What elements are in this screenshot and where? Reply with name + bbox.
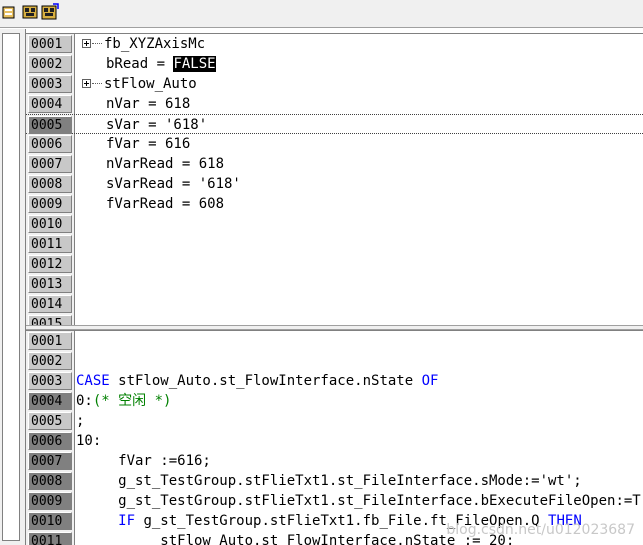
variable-label: sVar = '618' [106,117,208,133]
line-number: 0009 [28,492,72,510]
line-number: 0008 [28,175,72,193]
online-write-button[interactable] [40,2,60,22]
code-row[interactable]: 0007 fVar :=616; [26,451,643,471]
object-tree-panel [0,29,26,545]
watermark: blog.csdn.net/u012023687 [446,522,635,538]
line-number: 0007 [28,452,72,470]
line-number: 0001 [28,35,72,53]
variable-label: nVarRead = 618 [106,156,225,172]
line-number: 0002 [28,55,72,73]
line-number: 0005 [28,116,72,134]
declaration-pane: 0001 fb_XYZAxisMc 0002 bRead = FALSE 000… [26,33,643,326]
decl-row[interactable]: 0007 nVarRead = 618 [26,154,643,174]
decl-row[interactable]: 0008 sVarRead = '618' [26,174,643,194]
decl-row[interactable]: 0002 bRead = FALSE [26,54,643,74]
line-number: 0009 [28,195,72,213]
decl-row[interactable]: 0006 fVar = 616 [26,134,643,154]
code-line: CASE stFlow_Auto.st_FlowInterface.nState… [76,371,438,391]
variable-label: stFlow_Auto [104,76,197,92]
code-pane: 0001 0002 0003 CASE stFlow_Auto.st_FlowI… [26,330,643,545]
decl-row[interactable]: 0014 [26,294,643,314]
variable-label: fVarRead = 608 [106,196,225,212]
line-number: 0001 [28,332,72,350]
tree-connector [92,83,102,84]
variable-label: fVar = 616 [106,136,191,152]
line-number: 0006 [28,432,72,450]
open-icon [2,6,15,19]
decl-row[interactable]: 0012 [26,254,643,274]
line-number: 0006 [28,135,72,153]
variable-label: bRead = FALSE [106,54,216,74]
online-view-icon [22,5,38,19]
line-number: 0002 [28,352,72,370]
online-view-button[interactable] [20,2,40,22]
online-write-icon [41,3,59,20]
value-false[interactable]: FALSE [173,56,216,72]
object-tree-scroll[interactable] [2,33,20,541]
line-number: 0004 [28,95,72,113]
line-number: 0007 [28,155,72,173]
code-row[interactable]: 0002 [26,351,643,371]
line-number: 0003 [28,372,72,390]
line-number: 0014 [28,295,72,313]
line-number: 0004 [28,392,72,410]
code-row[interactable]: 0009 g_st_TestGroup.stFlieTxt1.st_FileIn… [26,491,643,511]
expand-icon[interactable] [82,79,91,88]
decl-row[interactable]: 0003 stFlow_Auto [26,74,643,94]
decl-row-focused[interactable]: 0005 sVar = '618' [26,114,643,134]
expand-icon[interactable] [82,39,91,48]
line-number: 0013 [28,275,72,293]
code-row[interactable]: 0004 0:(* 空闲 *) [26,391,643,411]
toolbar [0,0,643,28]
comment: (* 空闲 *) [92,393,172,409]
line-number: 0011 [28,235,72,253]
variable-label: fb_XYZAxisMc [104,36,206,52]
decl-row[interactable]: 0011 [26,234,643,254]
code-line: fVar :=616; [76,453,211,469]
code-line: g_st_TestGroup.stFlieTxt1.st_FileInterfa… [76,473,582,489]
line-number: 0011 [28,532,72,545]
code-row[interactable]: 0005 ; [26,411,643,431]
decl-row[interactable]: 0001 fb_XYZAxisMc [26,34,643,54]
line-number: 0005 [28,412,72,430]
code-row[interactable]: 0006 10: [26,431,643,451]
code-line: 0:(* 空闲 *) [76,391,171,411]
code-line: g_st_TestGroup.stFlieTxt1.st_FileInterfa… [76,493,641,509]
decl-row[interactable]: 0004 nVar = 618 [26,94,643,114]
code-line: ; [76,413,85,429]
code-row[interactable]: 0008 g_st_TestGroup.stFlieTxt1.st_FileIn… [26,471,643,491]
variable-name: bRead = [106,56,174,72]
line-number: 0010 [28,512,72,530]
decl-row[interactable]: 0010 [26,214,643,234]
code-text: stFlow_Auto.st_FlowInterface.nState [109,373,422,389]
keyword: IF [76,513,136,529]
tree-connector [92,43,102,44]
code-line: 10: [76,433,102,449]
line-number: 0003 [28,75,72,93]
variable-label: nVar = 618 [106,96,191,112]
variable-label: sVarRead = '618' [106,176,241,192]
keyword: OF [421,373,439,389]
keyword: CASE [76,373,110,389]
decl-row[interactable]: 0009 fVarRead = 608 [26,194,643,214]
code-text: 0: [76,393,93,409]
open-button[interactable] [0,2,20,22]
line-number: 0012 [28,255,72,273]
ide-window: 0001 fb_XYZAxisMc 0002 bRead = FALSE 000… [0,0,643,545]
code-row[interactable]: 0001 [26,331,643,351]
line-number: 0010 [28,215,72,233]
decl-row[interactable]: 0013 [26,274,643,294]
line-number: 0008 [28,472,72,490]
code-row[interactable]: 0003 CASE stFlow_Auto.st_FlowInterface.n… [26,371,643,391]
